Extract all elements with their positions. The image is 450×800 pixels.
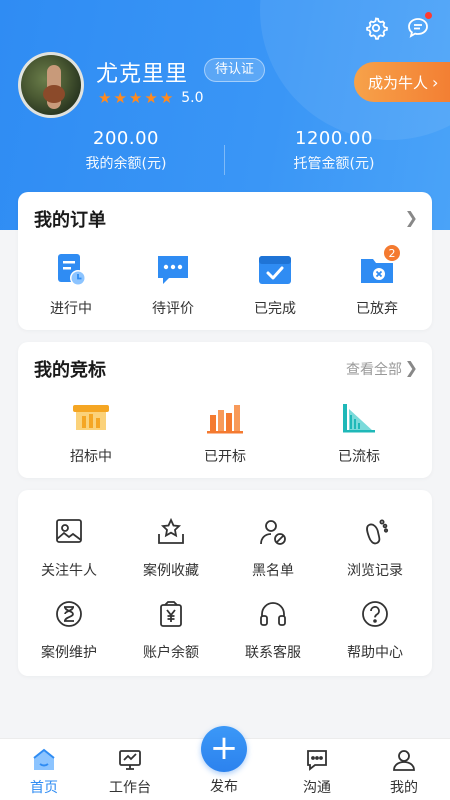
tool-case-favorites-label: 案例收藏 bbox=[143, 563, 199, 579]
tool-case-maintenance-label: 案例维护 bbox=[41, 645, 97, 661]
chevron-right-icon[interactable]: ❯ bbox=[405, 208, 418, 227]
tool-contact-support[interactable]: 联系客服 bbox=[228, 594, 318, 662]
chat-icon bbox=[304, 747, 330, 773]
chevron-right-icon: › bbox=[432, 72, 439, 92]
tool-help-center-label: 帮助中心 bbox=[347, 645, 403, 661]
headset-icon bbox=[253, 594, 293, 634]
footprint-icon bbox=[355, 512, 395, 552]
tool-follow-experts[interactable]: 关注牛人 bbox=[24, 512, 114, 580]
tool-follow-experts-label: 关注牛人 bbox=[41, 563, 97, 579]
star-icon: ★ bbox=[113, 88, 127, 107]
tab-mine[interactable]: 我的 bbox=[369, 747, 439, 797]
message-icon[interactable] bbox=[404, 12, 432, 42]
rating-value: 5.0 bbox=[181, 90, 204, 106]
wallet-yen-icon bbox=[151, 594, 191, 634]
orders-title: 我的订单 bbox=[34, 210, 106, 231]
order-pending-review-label: 待评价 bbox=[152, 301, 194, 317]
order-completed-label: 已完成 bbox=[254, 301, 296, 317]
bids-card: 我的竞标 查看全部 ❯ 招标中 已开标 已流标 bbox=[18, 342, 432, 478]
gear-icon[interactable] bbox=[362, 14, 390, 42]
bid-opened[interactable]: 已开标 bbox=[180, 398, 270, 466]
bid-opened-label: 已开标 bbox=[204, 449, 246, 465]
order-completed[interactable]: 已完成 bbox=[230, 250, 320, 318]
star-icon: ★ bbox=[128, 88, 143, 107]
tab-mine-label: 我的 bbox=[390, 780, 418, 796]
tab-home-label: 首页 bbox=[30, 780, 58, 796]
follow-image-icon bbox=[49, 512, 89, 552]
clock-doc-icon bbox=[51, 250, 91, 290]
chat-dots-icon bbox=[153, 250, 193, 290]
orders-card: 我的订单 ❯ 进行中 待评价 已完成 2 已放弃 bbox=[18, 192, 432, 330]
person-icon bbox=[391, 747, 417, 773]
folder-x-icon: 2 bbox=[357, 244, 401, 290]
bid-open-label: 招标中 bbox=[70, 449, 112, 465]
tool-contact-support-label: 联系客服 bbox=[245, 645, 301, 661]
balance-value: 200.00 bbox=[93, 128, 159, 149]
publish-button[interactable]: + bbox=[201, 726, 247, 772]
escrow-value: 1200.00 bbox=[295, 128, 373, 149]
tools-card: 关注牛人 案例收藏 黑名单 浏览记录 案例维护 账户余额 联系客服 帮助中心 bbox=[18, 490, 432, 676]
escrow-stat[interactable]: 1200.00 托管金额(元) bbox=[244, 128, 424, 173]
abandoned-count-badge: 2 bbox=[383, 244, 401, 262]
username: 尤克里里 bbox=[96, 62, 189, 87]
tab-workbench-label: 工作台 bbox=[109, 780, 151, 796]
home-icon bbox=[31, 747, 57, 773]
bid-board-icon bbox=[71, 398, 111, 438]
tab-workbench[interactable]: 工作台 bbox=[95, 747, 165, 797]
plus-icon: + bbox=[209, 728, 239, 768]
tab-chat[interactable]: 沟通 bbox=[282, 747, 352, 797]
order-abandoned-label: 已放弃 bbox=[356, 301, 398, 317]
unread-dot bbox=[425, 12, 432, 19]
order-abandoned[interactable]: 2 已放弃 bbox=[332, 244, 422, 318]
rating-stars: ★ ★ ★ ★ ★ 5.0 bbox=[98, 90, 204, 106]
tool-case-favorites[interactable]: 案例收藏 bbox=[126, 512, 216, 580]
bid-failed[interactable]: 已流标 bbox=[314, 398, 404, 466]
bar-chart-icon bbox=[205, 398, 245, 438]
order-in-progress-label: 进行中 bbox=[50, 301, 92, 317]
chevron-right-icon[interactable]: ❯ bbox=[405, 358, 418, 377]
tool-account-balance[interactable]: 账户余额 bbox=[126, 594, 216, 662]
hourglass-icon bbox=[49, 594, 89, 634]
publish-label: 发布 bbox=[210, 779, 238, 795]
stat-divider bbox=[224, 145, 225, 175]
become-expert-label: 成为牛人 bbox=[368, 73, 429, 92]
become-expert-button[interactable]: 成为牛人 › bbox=[354, 62, 450, 102]
star-icon: ★ bbox=[98, 88, 112, 107]
check-box-icon bbox=[255, 250, 295, 290]
balance-stat[interactable]: 200.00 我的余额(元) bbox=[36, 128, 216, 173]
tool-case-maintenance[interactable]: 案例维护 bbox=[24, 594, 114, 662]
tool-account-balance-label: 账户余额 bbox=[143, 645, 199, 661]
monitor-icon bbox=[117, 747, 143, 773]
tool-browse-history-label: 浏览记录 bbox=[347, 563, 403, 579]
tool-help-center[interactable]: 帮助中心 bbox=[330, 594, 420, 662]
bids-title: 我的竞标 bbox=[34, 360, 106, 381]
avatar[interactable] bbox=[18, 52, 84, 118]
question-icon bbox=[355, 594, 395, 634]
star-icon: ★ bbox=[159, 88, 174, 107]
tab-home[interactable]: 首页 bbox=[9, 747, 79, 797]
cert-status-badge[interactable]: 待认证 bbox=[204, 58, 266, 82]
user-block-icon bbox=[253, 512, 293, 552]
balance-label: 我的余额(元) bbox=[85, 156, 167, 172]
order-in-progress[interactable]: 进行中 bbox=[26, 250, 116, 318]
escrow-label: 托管金额(元) bbox=[293, 156, 375, 172]
tool-blacklist-label: 黑名单 bbox=[252, 563, 294, 579]
tab-chat-label: 沟通 bbox=[303, 780, 331, 796]
bid-open[interactable]: 招标中 bbox=[46, 398, 136, 466]
star-icon: ★ bbox=[144, 88, 158, 107]
order-pending-review[interactable]: 待评价 bbox=[128, 250, 218, 318]
tool-blacklist[interactable]: 黑名单 bbox=[228, 512, 318, 580]
bid-failed-label: 已流标 bbox=[338, 449, 380, 465]
tool-browse-history[interactable]: 浏览记录 bbox=[330, 512, 420, 580]
star-tray-icon bbox=[151, 512, 191, 552]
triangle-chart-icon bbox=[339, 398, 379, 438]
view-all-link[interactable]: 查看全部 bbox=[346, 359, 402, 379]
